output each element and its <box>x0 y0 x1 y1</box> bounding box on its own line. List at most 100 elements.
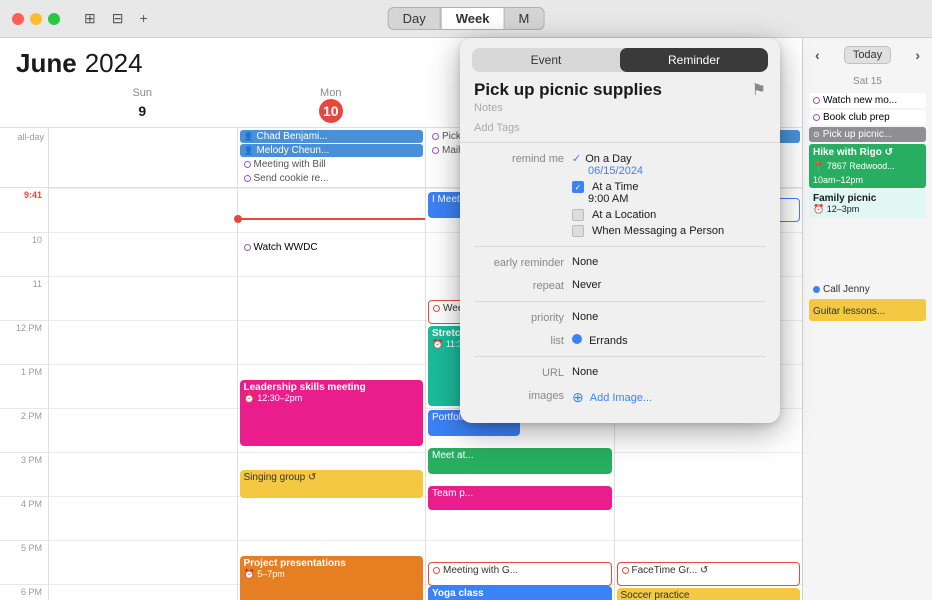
on-a-day-label: On a Day <box>585 153 631 165</box>
day-header-mon: Mon 10 <box>237 83 426 127</box>
cal-year: 2024 <box>85 48 143 79</box>
right-event-family-picnic[interactable]: Family picnic ⏰ 12–3pm <box>809 190 926 218</box>
popup-title: Pick up picnic supplies <box>474 80 662 100</box>
time-slot-6pm: 6 PM <box>0 584 48 600</box>
images-content: ⊕ Add Image... <box>572 389 766 406</box>
priority-row: priority None <box>460 306 780 329</box>
priority-value[interactable]: None <box>572 311 766 323</box>
event-text: Guitar lessons... <box>813 306 885 317</box>
close-button[interactable] <box>12 13 24 25</box>
when-messaging-row: When Messaging a Person <box>572 225 766 237</box>
list-row: list Errands <box>460 329 780 352</box>
event-facetime[interactable]: FaceTime Gr... ↺ <box>617 562 801 586</box>
event-meet-at[interactable]: Meet at... <box>428 448 612 474</box>
right-event-guitar[interactable]: Guitar lessons... <box>809 299 926 321</box>
list-dot-icon <box>572 334 582 344</box>
event-text: Book club prep <box>823 112 890 123</box>
divider-3 <box>474 356 766 357</box>
prev-button[interactable]: ‹ <box>811 47 824 63</box>
event-meeting-g[interactable]: Meeting with G... <box>428 562 612 586</box>
at-location-checkbox[interactable] <box>572 209 584 221</box>
event-project[interactable]: Project presentations ⏰ 5–7pm <box>240 556 424 600</box>
today-button[interactable]: Today <box>844 46 891 64</box>
on-a-day-date[interactable]: 06/15/2024 <box>572 165 766 177</box>
right-event-hike[interactable]: Hike with Rigo ↺ 📍 7867 Redwood... 10am–… <box>809 144 926 188</box>
at-location-row: At a Location <box>572 209 766 221</box>
day-header-sun: Sun 9 <box>48 83 237 127</box>
right-panel: ‹ Today › Sat 15 Watch new mo... Book cl… <box>802 38 932 600</box>
popup-remind-row: remind me ✓ On a Day 06/15/2024 ✓ At a T… <box>460 147 780 242</box>
add-image-label: Add Image... <box>590 392 652 404</box>
grid-col-sun <box>48 188 237 600</box>
on-a-day-row: ✓ On a Day <box>572 152 766 165</box>
dot-icon <box>244 161 251 168</box>
fullscreen-button[interactable] <box>48 13 60 25</box>
when-messaging-checkbox[interactable] <box>572 225 584 237</box>
day-num-9: 9 <box>130 99 154 123</box>
event-yoga[interactable]: Yoga class 📍 Golden Gate Park 5:15–6:45p… <box>428 586 612 600</box>
early-reminder-value[interactable]: None <box>572 256 766 268</box>
add-image-button[interactable]: ⊕ Add Image... <box>572 389 766 406</box>
images-label: images <box>474 389 564 402</box>
popup-notes[interactable]: Notes <box>460 102 780 120</box>
minimize-button[interactable] <box>30 13 42 25</box>
time-slot-4pm: 4 PM <box>0 496 48 540</box>
event-team-p[interactable]: Team p... <box>428 486 612 510</box>
tab-event[interactable]: Event <box>472 48 620 72</box>
event-icon: 👤 <box>244 146 254 155</box>
remind-content: ✓ On a Day 06/15/2024 ✓ At a Time 9:00 A… <box>572 152 766 237</box>
inbox-icon[interactable]: ⊟ <box>112 10 124 27</box>
add-icon[interactable]: + <box>139 10 147 27</box>
popup-title-row: Pick up picnic supplies ⚑ <box>460 80 780 102</box>
event-time: ⏰ 5–7pm <box>244 569 420 580</box>
checkmark-icon: ✓ <box>572 152 581 165</box>
images-row: images ⊕ Add Image... <box>460 384 780 411</box>
at-a-time-row: ✓ At a Time 9:00 AM <box>572 181 766 205</box>
day-view-button[interactable]: Day <box>388 7 441 30</box>
allday-col-sun <box>48 128 237 187</box>
at-time-label: At a Time <box>592 181 638 193</box>
list-value[interactable]: Errands <box>572 334 766 347</box>
reminder-popup: Event Reminder Pick up picnic supplies ⚑… <box>460 38 780 423</box>
flag-button[interactable]: ⚑ <box>752 80 766 100</box>
event-watch-wwdc[interactable]: Watch WWDC <box>240 240 424 272</box>
allday-event-chad[interactable]: 👤 Chad Benjami... <box>240 130 424 143</box>
current-time-dot <box>234 215 242 223</box>
event-title: Project presentations <box>244 558 420 569</box>
right-events: Watch new mo... Book club prep ⊙ Pick up… <box>803 89 932 600</box>
remind-label: remind me <box>474 152 564 165</box>
event-singing[interactable]: Singing group ↺ <box>240 470 424 498</box>
event-time: 10am–12pm <box>813 175 863 185</box>
time-slot-12pm: 12 PM <box>0 320 48 364</box>
repeat-value[interactable]: Never <box>572 279 766 291</box>
url-label: URL <box>474 366 564 379</box>
at-time-checkbox[interactable]: ✓ <box>572 181 584 193</box>
dot-icon: ⊙ <box>813 130 820 139</box>
week-view-button[interactable]: Week <box>441 7 505 30</box>
event-text: Call Jenny <box>823 284 870 295</box>
at-time-label-row: ✓ At a Time <box>572 181 766 193</box>
right-event-watch-new[interactable]: Watch new mo... <box>809 93 926 108</box>
at-time-value: 9:00 AM <box>572 193 766 205</box>
month-view-button[interactable]: M <box>505 7 545 30</box>
right-event-pick-up[interactable]: ⊙ Pick up picnic... <box>809 127 926 142</box>
add-icon: ⊕ <box>572 389 584 406</box>
tab-reminder[interactable]: Reminder <box>620 48 768 72</box>
event-title: Leadership skills meeting <box>244 382 420 393</box>
allday-event-meeting-bill[interactable]: Meeting with Bill <box>240 158 424 171</box>
time-slot-10: 10 <box>0 232 48 276</box>
allday-event-send-cookie[interactable]: Send cookie re... <box>240 172 424 185</box>
right-event-call-jenny[interactable]: Call Jenny <box>809 282 926 297</box>
early-reminder-label: early reminder <box>474 256 564 269</box>
allday-col-mon: 👤 Chad Benjami... 👤 Melody Cheun... Meet… <box>237 128 426 187</box>
at-location-label: At a Location <box>592 209 656 221</box>
url-value[interactable]: None <box>572 366 766 378</box>
right-event-book-club[interactable]: Book club prep <box>809 110 926 125</box>
next-button[interactable]: › <box>911 47 924 63</box>
event-soccer[interactable]: Soccer practice <box>617 588 801 600</box>
event-leadership[interactable]: Leadership skills meeting ⏰ 12:30–2pm <box>240 380 424 446</box>
allday-event-melody[interactable]: 👤 Melody Cheun... <box>240 144 424 157</box>
when-messaging-label: When Messaging a Person <box>592 225 724 237</box>
event-title: Yoga class <box>432 588 608 599</box>
sidebar-toggle-icon[interactable]: ⊞ <box>84 10 96 27</box>
